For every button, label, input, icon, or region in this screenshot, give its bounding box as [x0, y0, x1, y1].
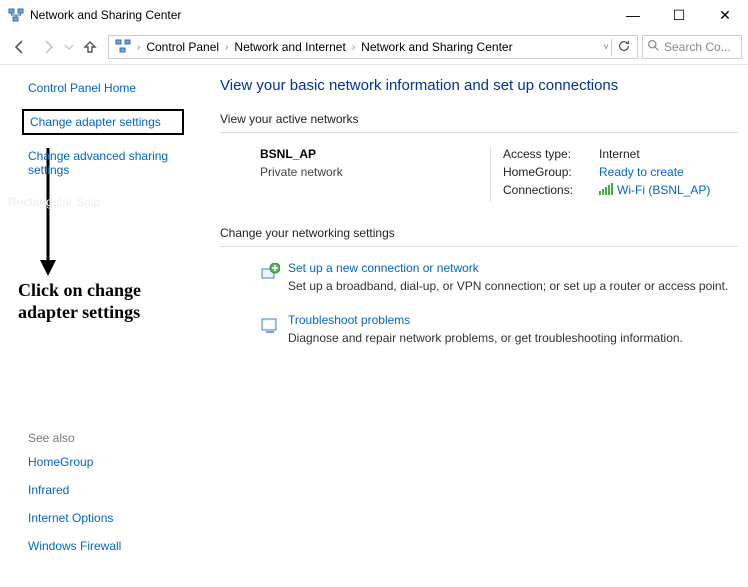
wifi-signal-icon: [599, 183, 613, 198]
setup-connection-desc: Set up a broadband, dial-up, or VPN conn…: [288, 279, 728, 293]
see-also-windows-firewall[interactable]: Windows Firewall: [28, 539, 121, 553]
search-input[interactable]: Search Co...: [642, 35, 742, 59]
troubleshoot-link[interactable]: Troubleshoot problems: [288, 313, 410, 327]
close-button[interactable]: ✕: [702, 0, 748, 30]
sidebar-advanced-link[interactable]: Change advanced sharing settings: [28, 149, 204, 177]
breadcrumb-item[interactable]: Network and Sharing Center: [357, 37, 516, 57]
chevron-down-icon[interactable]: ˅: [601, 42, 611, 53]
homegroup-label: HomeGroup:: [503, 165, 599, 179]
forward-button[interactable]: [34, 35, 62, 59]
divider: [220, 132, 738, 133]
network-name: BSNL_AP: [260, 147, 490, 161]
active-networks-label: View your active networks: [220, 112, 738, 126]
nav-bar: › Control Panel › Network and Internet ›…: [0, 30, 748, 64]
chevron-right-icon: ›: [350, 42, 357, 53]
access-type-label: Access type:: [503, 147, 599, 161]
maximize-button[interactable]: ☐: [656, 0, 702, 30]
minimize-button[interactable]: —: [610, 0, 656, 30]
title-bar: Network and Sharing Center — ☐ ✕: [0, 0, 748, 30]
recent-chevron-icon[interactable]: [62, 35, 76, 59]
troubleshoot-desc: Diagnose and repair network problems, or…: [288, 331, 683, 345]
refresh-button[interactable]: [611, 39, 635, 56]
network-type: Private network: [260, 165, 490, 179]
search-placeholder: Search Co...: [664, 40, 731, 54]
see-also-internet-options[interactable]: Internet Options: [28, 511, 121, 525]
page-heading: View your basic network information and …: [220, 77, 738, 94]
chevron-right-icon: ›: [135, 42, 142, 53]
connection-link[interactable]: Wi-Fi (BSNL_AP): [617, 183, 710, 197]
setup-connection-link[interactable]: Set up a new connection or network: [288, 261, 479, 275]
sidebar-adapter-link[interactable]: Change adapter settings: [22, 109, 184, 135]
see-also-section: See also HomeGroup Infrared Internet Opt…: [28, 431, 121, 567]
active-network-block: BSNL_AP Private network Access type: Int…: [220, 147, 738, 202]
window-title: Network and Sharing Center: [30, 8, 610, 22]
troubleshoot-icon: [260, 313, 288, 345]
address-bar[interactable]: › Control Panel › Network and Internet ›…: [108, 35, 638, 59]
up-button[interactable]: [76, 35, 104, 59]
search-icon: [647, 39, 660, 55]
breadcrumb-icon: [111, 35, 135, 60]
main-panel: View your basic network information and …: [216, 65, 748, 587]
see-also-infrared[interactable]: Infrared: [28, 483, 121, 497]
breadcrumb-item[interactable]: Control Panel: [142, 37, 223, 57]
divider: [220, 246, 738, 247]
see-also-label: See also: [28, 431, 121, 445]
change-settings-label: Change your networking settings: [220, 226, 738, 240]
back-button[interactable]: [6, 35, 34, 59]
chevron-right-icon: ›: [223, 42, 230, 53]
access-type-value: Internet: [599, 147, 640, 161]
network-center-icon: [8, 7, 24, 23]
sidebar-home-link[interactable]: Control Panel Home: [28, 81, 204, 95]
breadcrumb-item[interactable]: Network and Internet: [230, 37, 349, 57]
homegroup-link[interactable]: Ready to create: [599, 165, 684, 179]
sidebar: Control Panel Home Change adapter settin…: [0, 65, 216, 587]
connections-label: Connections:: [503, 183, 599, 198]
see-also-homegroup[interactable]: HomeGroup: [28, 455, 121, 469]
setup-connection-icon: [260, 261, 288, 293]
